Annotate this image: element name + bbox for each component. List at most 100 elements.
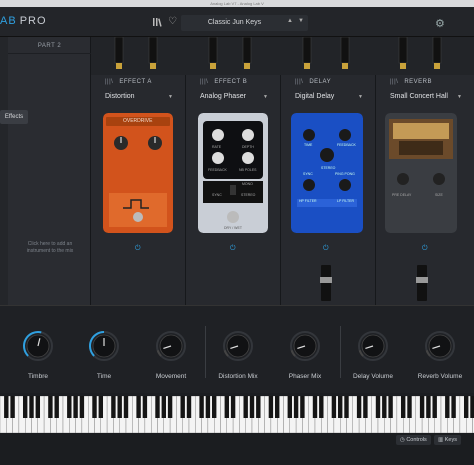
black-key[interactable] <box>54 396 59 418</box>
knob-dial[interactable] <box>22 330 54 362</box>
macro-knob-time[interactable]: Time <box>76 330 132 380</box>
power-icon[interactable]: ⏻ <box>230 245 236 253</box>
effect-a-selector[interactable]: Distortion <box>105 93 135 100</box>
power-icon[interactable]: ⏻ <box>422 245 428 253</box>
black-key[interactable] <box>4 396 9 418</box>
black-key[interactable] <box>375 396 381 418</box>
black-key[interactable] <box>67 396 72 418</box>
preset-prev-icon[interactable]: ▲ <box>287 18 293 24</box>
controls-button[interactable]: ◷ Controls <box>396 435 431 445</box>
part-panel[interactable]: PART 2 Click here to add an instrument t… <box>8 37 91 305</box>
black-key[interactable] <box>205 396 211 418</box>
black-key[interactable] <box>319 396 324 418</box>
reverb-fader[interactable] <box>416 265 428 301</box>
power-icon[interactable]: ⏻ <box>135 245 141 253</box>
macro-knob-timbre[interactable]: Timbre <box>10 330 66 380</box>
black-key[interactable] <box>211 396 217 418</box>
effects-tab[interactable]: Effects <box>0 110 28 124</box>
black-key[interactable] <box>136 396 141 418</box>
knob-dial[interactable] <box>222 330 254 362</box>
power-icon[interactable]: ⏻ <box>323 245 329 253</box>
black-key[interactable] <box>123 396 129 418</box>
black-key[interactable] <box>155 396 160 418</box>
effect-slot-delay[interactable]: |||\ DELAY Digital Delay ▼ TIME FEEDBACK … <box>281 75 376 305</box>
macro-knob-delay-volume[interactable]: Delay Volume <box>345 330 401 380</box>
black-key[interactable] <box>48 396 53 418</box>
delay-fader[interactable] <box>320 265 332 301</box>
fader-cap[interactable] <box>320 277 332 283</box>
add-instrument-hint[interactable]: Click here to add an instrument to the m… <box>20 241 80 255</box>
black-key[interactable] <box>407 396 412 418</box>
black-key[interactable] <box>363 396 368 418</box>
effect-b-selector[interactable]: Analog Phaser <box>200 93 246 100</box>
effect-slot-b[interactable]: |||\ EFFECT B Analog Phaser ▼ RATE DEPTH … <box>186 75 281 305</box>
black-key[interactable] <box>470 396 474 418</box>
reverb-selector[interactable]: Small Concert Hall <box>390 93 448 100</box>
black-key[interactable] <box>419 396 425 418</box>
dropdown-caret-icon[interactable]: ▼ <box>457 94 462 100</box>
black-key[interactable] <box>224 396 230 418</box>
black-key[interactable] <box>400 396 406 418</box>
macro-knob-phaser-mix[interactable]: Phaser Mix <box>277 330 333 380</box>
black-key[interactable] <box>35 396 41 418</box>
black-key[interactable] <box>161 396 167 418</box>
piano-keyboard[interactable] <box>0 396 474 433</box>
black-key[interactable] <box>426 396 431 418</box>
black-key[interactable] <box>22 396 28 418</box>
dropdown-caret-icon[interactable]: ▼ <box>358 94 363 100</box>
black-key[interactable] <box>337 396 343 418</box>
reverb-pedal[interactable] <box>385 113 457 233</box>
black-key[interactable] <box>10 396 15 418</box>
black-key[interactable] <box>111 396 116 418</box>
black-key[interactable] <box>180 396 185 418</box>
black-key[interactable] <box>445 396 450 418</box>
black-key[interactable] <box>432 396 437 418</box>
black-key[interactable] <box>382 396 387 418</box>
black-key[interactable] <box>167 396 173 418</box>
macro-knob-distortion-mix[interactable]: Distortion Mix <box>210 330 266 380</box>
black-key[interactable] <box>451 396 456 418</box>
black-key[interactable] <box>256 396 261 418</box>
black-key[interactable] <box>29 396 34 418</box>
black-key[interactable] <box>274 396 280 418</box>
dropdown-caret-icon[interactable]: ▼ <box>168 94 173 100</box>
dropdown-caret-icon[interactable]: ▼ <box>263 94 268 100</box>
black-key[interactable] <box>268 396 274 418</box>
black-key[interactable] <box>300 396 305 418</box>
macro-knob-movement[interactable]: Movement <box>143 330 199 380</box>
macro-knob-reverb-volume[interactable]: Reverb Volume <box>412 330 468 380</box>
settings-icon[interactable]: ⚙ <box>435 17 445 30</box>
black-key[interactable] <box>463 396 469 418</box>
effect-slot-reverb[interactable]: |||\ REVERB Small Concert Hall ▼ PRE DELA… <box>376 75 474 305</box>
fader-cap[interactable] <box>416 277 428 283</box>
keys-button[interactable]: ▥ Keys <box>434 435 461 445</box>
black-key[interactable] <box>287 396 293 418</box>
knob-dial[interactable] <box>424 330 456 362</box>
knob-dial[interactable] <box>88 330 120 362</box>
library-icon[interactable] <box>153 17 163 27</box>
black-key[interactable] <box>249 396 255 418</box>
favorite-icon[interactable]: ♡ <box>168 16 177 27</box>
effect-slot-a[interactable]: |||\ EFFECT A Distortion ▼ OVERDRIVE ⏻ <box>91 75 186 305</box>
black-key[interactable] <box>344 396 349 418</box>
black-key[interactable] <box>312 396 318 418</box>
black-key[interactable] <box>199 396 204 418</box>
black-key[interactable] <box>142 396 148 418</box>
black-key[interactable] <box>98 396 104 418</box>
delay-selector[interactable]: Digital Delay <box>295 93 334 100</box>
black-key[interactable] <box>293 396 299 418</box>
black-key[interactable] <box>388 396 393 418</box>
knob-dial[interactable] <box>289 330 321 362</box>
knob-dial[interactable] <box>155 330 187 362</box>
preset-next-icon[interactable]: ▼ <box>298 18 304 24</box>
black-key[interactable] <box>356 396 362 418</box>
black-key[interactable] <box>73 396 78 418</box>
black-key[interactable] <box>243 396 248 418</box>
black-key[interactable] <box>331 396 337 418</box>
black-key[interactable] <box>186 396 192 418</box>
distortion-pedal[interactable] <box>103 113 173 233</box>
black-key[interactable] <box>92 396 97 418</box>
knob-dial[interactable] <box>357 330 389 362</box>
phaser-pedal[interactable] <box>198 113 268 233</box>
black-key[interactable] <box>230 396 236 418</box>
